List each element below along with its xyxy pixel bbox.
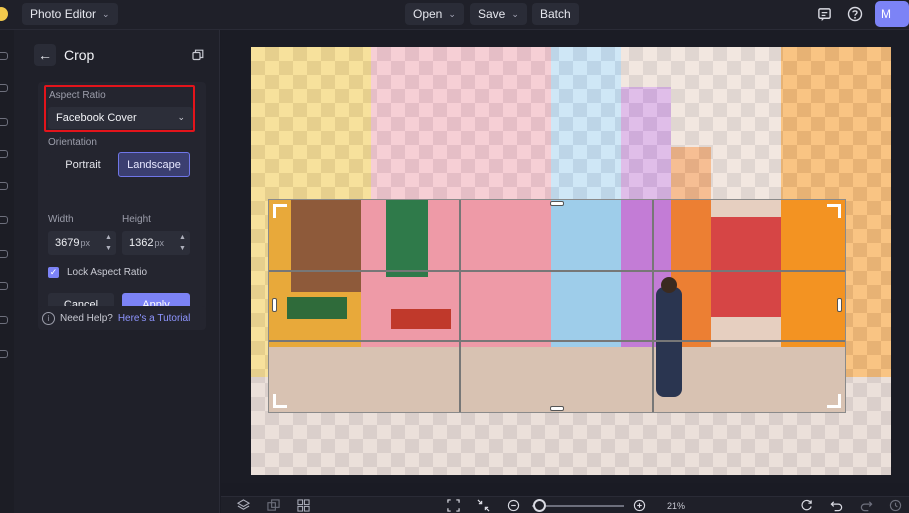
- avatar-initial: M: [881, 7, 891, 21]
- width-unit: px: [80, 238, 90, 248]
- width-stepper[interactable]: ▲ ▼: [104, 233, 113, 253]
- crop-settings-card: Aspect Ratio Facebook Cover ⌄ Orientatio…: [38, 82, 206, 316]
- copy-icon[interactable]: [192, 48, 204, 61]
- batch-label: Batch: [540, 7, 571, 21]
- zoom-slider-thumb[interactable]: [533, 499, 546, 512]
- panel-title: Crop: [64, 47, 95, 63]
- open-button[interactable]: Open ⌄: [405, 3, 464, 25]
- info-icon: i: [42, 311, 55, 325]
- chevron-down-icon[interactable]: ▼: [179, 244, 186, 253]
- height-stepper[interactable]: ▲ ▼: [178, 233, 187, 253]
- layers-icon[interactable]: [237, 499, 250, 512]
- app-menu-button[interactable]: Photo Editor ⌄: [22, 3, 118, 25]
- width-field[interactable]: 3679 px ▲ ▼: [48, 231, 116, 255]
- crop-corner-handle[interactable]: [273, 204, 287, 218]
- rail-tool-icon[interactable]: [0, 216, 8, 224]
- rail-tool-icon[interactable]: [0, 84, 8, 92]
- lock-aspect-checkbox[interactable]: ✓: [48, 267, 59, 278]
- tool-rail: [0, 30, 14, 513]
- crop-corner-handle[interactable]: [827, 204, 841, 218]
- app-logo[interactable]: [0, 7, 8, 21]
- help-row: i Need Help? Here's a Tutorial: [38, 306, 206, 330]
- crop-edge-handle-top[interactable]: [550, 201, 564, 206]
- open-label: Open: [413, 7, 443, 21]
- zoom-in-icon[interactable]: [633, 499, 646, 512]
- zoom-percent: 21%: [667, 501, 686, 511]
- image-canvas[interactable]: [251, 47, 891, 475]
- aspect-ratio-value: Facebook Cover: [56, 112, 137, 124]
- fit-screen-icon[interactable]: [447, 499, 460, 512]
- height-label: Height: [122, 214, 151, 225]
- comment-icon[interactable]: [814, 4, 834, 24]
- canvas-area: [221, 30, 909, 483]
- orientation-label: Orientation: [48, 137, 97, 148]
- chevron-down-icon: ⌄: [177, 112, 185, 122]
- portrait-button[interactable]: Portrait: [48, 152, 118, 177]
- bottom-toolbar: 21%: [221, 496, 909, 513]
- lock-aspect-label: Lock Aspect Ratio: [67, 267, 148, 278]
- panel-header: ← Crop: [34, 44, 204, 66]
- help-circle-icon[interactable]: [845, 4, 865, 24]
- rail-tool-icon[interactable]: [0, 350, 8, 358]
- height-value: 1362: [129, 237, 154, 249]
- crop-edge-handle-left[interactable]: [272, 298, 277, 312]
- rail-tool-icon[interactable]: [0, 118, 8, 126]
- rail-tool-icon[interactable]: [0, 250, 8, 258]
- chevron-up-icon[interactable]: ▲: [179, 233, 186, 242]
- landscape-button[interactable]: Landscape: [118, 152, 190, 177]
- rail-tool-icon[interactable]: [0, 182, 8, 190]
- chevron-down-icon: ⌄: [448, 8, 456, 19]
- rail-tool-icon[interactable]: [0, 52, 8, 60]
- grid-line: [269, 340, 845, 342]
- crop-corner-handle[interactable]: [827, 394, 841, 408]
- height-unit: px: [154, 238, 164, 248]
- aspect-ratio-select[interactable]: Facebook Cover ⌄: [48, 107, 193, 129]
- grid-line: [652, 200, 654, 412]
- save-button[interactable]: Save ⌄: [470, 3, 527, 25]
- chevron-down-icon: ⌄: [511, 8, 519, 19]
- chevron-down-icon: ⌄: [102, 8, 110, 19]
- reset-icon[interactable]: [800, 499, 813, 512]
- redo-icon[interactable]: [860, 499, 873, 512]
- rail-tool-icon[interactable]: [0, 282, 8, 290]
- rail-tool-icon[interactable]: [0, 150, 8, 158]
- tutorial-link[interactable]: Here's a Tutorial: [118, 313, 191, 324]
- width-value: 3679: [55, 237, 80, 249]
- crop-corner-handle[interactable]: [273, 394, 287, 408]
- width-label: Width: [48, 214, 74, 225]
- orientation-toggle: Portrait Landscape: [48, 152, 190, 177]
- aspect-ratio-label: Aspect Ratio: [49, 90, 106, 101]
- actual-size-icon[interactable]: [477, 499, 490, 512]
- duplicate-icon[interactable]: [267, 499, 280, 512]
- arrow-left-icon[interactable]: ←: [34, 44, 56, 66]
- grid-line: [269, 270, 845, 272]
- app-menu-label: Photo Editor: [30, 7, 97, 21]
- rail-tool-icon[interactable]: [0, 316, 8, 324]
- zoom-out-icon[interactable]: [507, 499, 520, 512]
- save-label: Save: [478, 7, 506, 21]
- crop-panel: ← Crop Aspect Ratio Facebook Cover ⌄ Ori…: [14, 30, 220, 513]
- chevron-up-icon[interactable]: ▲: [105, 233, 112, 242]
- crop-edge-handle-right[interactable]: [837, 298, 842, 312]
- lock-aspect-row[interactable]: ✓ Lock Aspect Ratio: [48, 267, 147, 278]
- undo-icon[interactable]: [830, 499, 843, 512]
- crop-frame[interactable]: [268, 199, 846, 413]
- top-bar: Photo Editor ⌄ Open ⌄ Save ⌄ Batch M: [0, 0, 909, 30]
- grid-line: [459, 200, 461, 412]
- crop-edge-handle-bottom[interactable]: [550, 406, 564, 411]
- help-text: Need Help?: [60, 312, 113, 324]
- height-field[interactable]: 1362 px ▲ ▼: [122, 231, 190, 255]
- chevron-down-icon[interactable]: ▼: [105, 244, 112, 253]
- account-avatar-button[interactable]: M: [875, 1, 909, 27]
- batch-button[interactable]: Batch: [532, 3, 579, 25]
- grid-icon[interactable]: [297, 499, 310, 512]
- history-icon[interactable]: [889, 499, 902, 512]
